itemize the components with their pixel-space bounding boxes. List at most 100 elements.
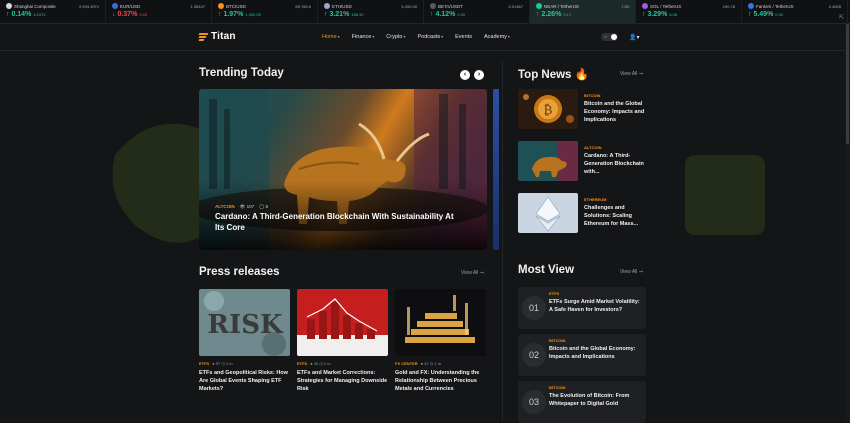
chevron-down-icon: ▾	[441, 34, 444, 39]
press-title[interactable]: Gold and FX: Understanding the Relations…	[395, 369, 487, 393]
most-view-title[interactable]: Bitcoin and the Global Economy: Impacts …	[549, 345, 641, 361]
hero-category[interactable]: ALTCOIN	[215, 204, 235, 210]
ticker-change: ↓ 0.37% 0.00	[112, 11, 148, 18]
news-category[interactable]: ETHEREUM	[584, 197, 606, 202]
ticker-price: 7.50	[621, 4, 629, 9]
hero-slide[interactable]: ALTCOIN 👁 107 ◯ 8 Cardano: A Third-Gener…	[199, 89, 487, 250]
news-category[interactable]: BITCOIN	[584, 93, 600, 98]
ticker-name: BETA/USDT	[438, 4, 463, 9]
ticker-change: ↑ 0.14% 4.1572	[6, 11, 46, 18]
coin-icon	[536, 3, 542, 9]
ticker-price: 190.78	[722, 4, 735, 9]
scrollbar-thumb[interactable]	[846, 24, 849, 144]
press-meta: FX CENTER ● 57 ◷ 1 m	[395, 361, 442, 366]
most-view-item[interactable]: 01 ETFS ETFs Surge Amid Market Volatility:…	[518, 287, 646, 329]
logo-text: Titan	[211, 31, 236, 42]
chevron-down-icon: ▾	[337, 34, 340, 39]
toggle-knob	[611, 34, 617, 40]
most-view-item[interactable]: 02 BITCOIN Bitcoin and the Global Economy:…	[518, 334, 646, 376]
site-logo[interactable]: Titan	[198, 31, 236, 42]
arrow-icon: ⇒	[638, 269, 644, 275]
most-view-title[interactable]: The Evolution of Bitcoin: From Whitepape…	[549, 392, 641, 408]
most-view-category[interactable]: ETFS	[549, 291, 559, 296]
user-menu-icon[interactable]: 👤▾	[629, 34, 639, 41]
most-view-category[interactable]: BITCOIN	[549, 338, 565, 343]
press-thumbnail[interactable]	[395, 289, 486, 356]
ticker-item[interactable]: Shanghai Composite 2,993.3972 ↑ 0.14% 4.157…	[0, 0, 106, 24]
svg-text:₿: ₿	[544, 103, 553, 118]
ticker-item[interactable]: SOL / TetherUS 190.78 ↑ 3.29% 6.08	[636, 0, 742, 24]
theme-toggle[interactable]: ☼	[601, 33, 618, 41]
nav-item-crypto[interactable]: Crypto▾	[386, 34, 405, 40]
press-meta: ETFS ● 57 ◷ 2 m	[199, 361, 233, 366]
top-news-item[interactable]: ₿ BITCOIN Bitcoin and the Global Economy: …	[518, 89, 646, 131]
news-thumbnail[interactable]	[518, 141, 578, 181]
press-title[interactable]: ETFs and Geopolitical Risks: How Are Glo…	[199, 369, 291, 393]
most-view-title[interactable]: ETFs Surge Amid Market Volatility: A Saf…	[549, 298, 641, 314]
news-category[interactable]: ALTCOIN	[584, 145, 601, 150]
ticker-price: 0.01467	[508, 4, 523, 9]
press-category[interactable]: ETFS	[199, 361, 209, 366]
most-view-item[interactable]: 03 BITCOIN The Evolution of Bitcoin: From …	[518, 381, 646, 423]
coin-icon	[218, 3, 224, 9]
ticker-change-sub: 0.02	[775, 12, 784, 17]
site-header: Titan Home▾ Finance▾ Crypto▾ Podcasts▾ Event…	[0, 25, 850, 51]
news-title[interactable]: Bitcoin and the Global Economy: Impacts …	[584, 100, 648, 124]
press-category[interactable]: ETFS	[297, 361, 307, 366]
press-thumbnail[interactable]: RISK	[199, 289, 290, 356]
ticker-name: Fantom / TetherUS	[756, 4, 794, 9]
hero-title[interactable]: Cardano: A Third-Generation Blockchain W…	[215, 211, 465, 233]
most-view-title: Most View	[518, 264, 575, 276]
coin-icon	[112, 3, 118, 9]
ticker-item[interactable]: EUR/USD 1.08147 ↓ 0.37% 0.00	[106, 0, 212, 24]
ticker-name: BTC/USD	[226, 4, 246, 9]
ticker-change-sub: 0.00	[139, 12, 148, 17]
press-view-all[interactable]: View All ⇒	[461, 270, 484, 276]
press-title[interactable]: ETFs and Market Corrections: Strategies …	[297, 369, 389, 393]
news-thumbnail[interactable]	[518, 193, 578, 233]
page-scrollbar[interactable]	[845, 24, 850, 422]
nav-item-academy[interactable]: Academy▾	[484, 34, 510, 40]
sun-icon: ☼	[603, 34, 608, 40]
ticker-item[interactable]: Fantom / TetherUS 0.4605 ↑ 5.49% 0.02 ⇱	[742, 0, 848, 24]
ticker-change: ↑ 3.21% 158.40	[324, 11, 364, 18]
titan-logo-icon	[198, 32, 209, 42]
most-view-view-all[interactable]: View All ⇒	[620, 269, 643, 275]
news-title[interactable]: Challenges and Solutions: Scaling Ethere…	[584, 204, 648, 228]
ticker-name: ETH/USD	[332, 4, 352, 9]
ticker-change: ↑ 1.97% 1,350.00	[218, 11, 261, 18]
press-title: Press releases	[199, 266, 280, 278]
ticker-change: ↑ 5.49% 0.02	[748, 11, 784, 18]
ticker-item[interactable]: BETA/USDT 0.01467 ↑ 4.12% 0.00	[424, 0, 530, 24]
svg-text:RISK: RISK	[207, 310, 284, 340]
top-news-view-all[interactable]: View All ⇒	[620, 71, 643, 77]
ticker-expand-icon[interactable]: ⇱	[839, 14, 844, 21]
slider-next-button[interactable]: ›	[474, 70, 484, 80]
ticker-change-sub: 4.1572	[33, 12, 46, 17]
slider-prev-button[interactable]: ‹	[460, 70, 470, 80]
fire-icon: 🔥	[574, 69, 589, 81]
top-news-item[interactable]: ALTCOIN Cardano: A Third-Generation Block…	[518, 141, 646, 183]
main-nav: Home▾ Finance▾ Crypto▾ Podcasts▾ Events Acade…	[322, 34, 510, 40]
news-title[interactable]: Cardano: A Third-Generation Blockchain w…	[584, 152, 648, 176]
rank-number: 01	[522, 296, 546, 320]
top-news-title: Top News 🔥	[518, 69, 589, 81]
nav-item-podcasts[interactable]: Podcasts▾	[418, 34, 444, 40]
press-category[interactable]: FX CENTER	[395, 361, 418, 366]
nav-item-home[interactable]: Home▾	[322, 34, 340, 40]
ticker-price: 69,769.0	[295, 4, 311, 9]
coin-icon	[430, 3, 436, 9]
top-news-item[interactable]: ETHEREUM Challenges and Solutions: Scalin…	[518, 193, 646, 235]
ticker-item[interactable]: NEAR / TetherUS 7.50 ↑ 2.26% 0.17	[530, 0, 636, 24]
news-thumbnail[interactable]: ₿	[518, 89, 578, 129]
nav-item-events[interactable]: Events	[455, 34, 472, 40]
header-tools: ☼ 👤▾	[601, 33, 639, 41]
nav-item-finance[interactable]: Finance▾	[352, 34, 375, 40]
ticker-item[interactable]: BTC/USD 69,769.0 ↑ 1.97% 1,350.00	[212, 0, 318, 24]
ticker-change: ↑ 3.29% 6.08	[642, 11, 678, 18]
ticker-change: ↑ 2.26% 0.17	[536, 11, 572, 18]
press-thumbnail[interactable]	[297, 289, 388, 356]
most-view-category[interactable]: BITCOIN	[549, 385, 565, 390]
ticker-item[interactable]: ETH/USD 5,200.40 ↑ 3.21% 158.40	[318, 0, 424, 24]
ticker-name: SOL / TetherUS	[650, 4, 682, 9]
